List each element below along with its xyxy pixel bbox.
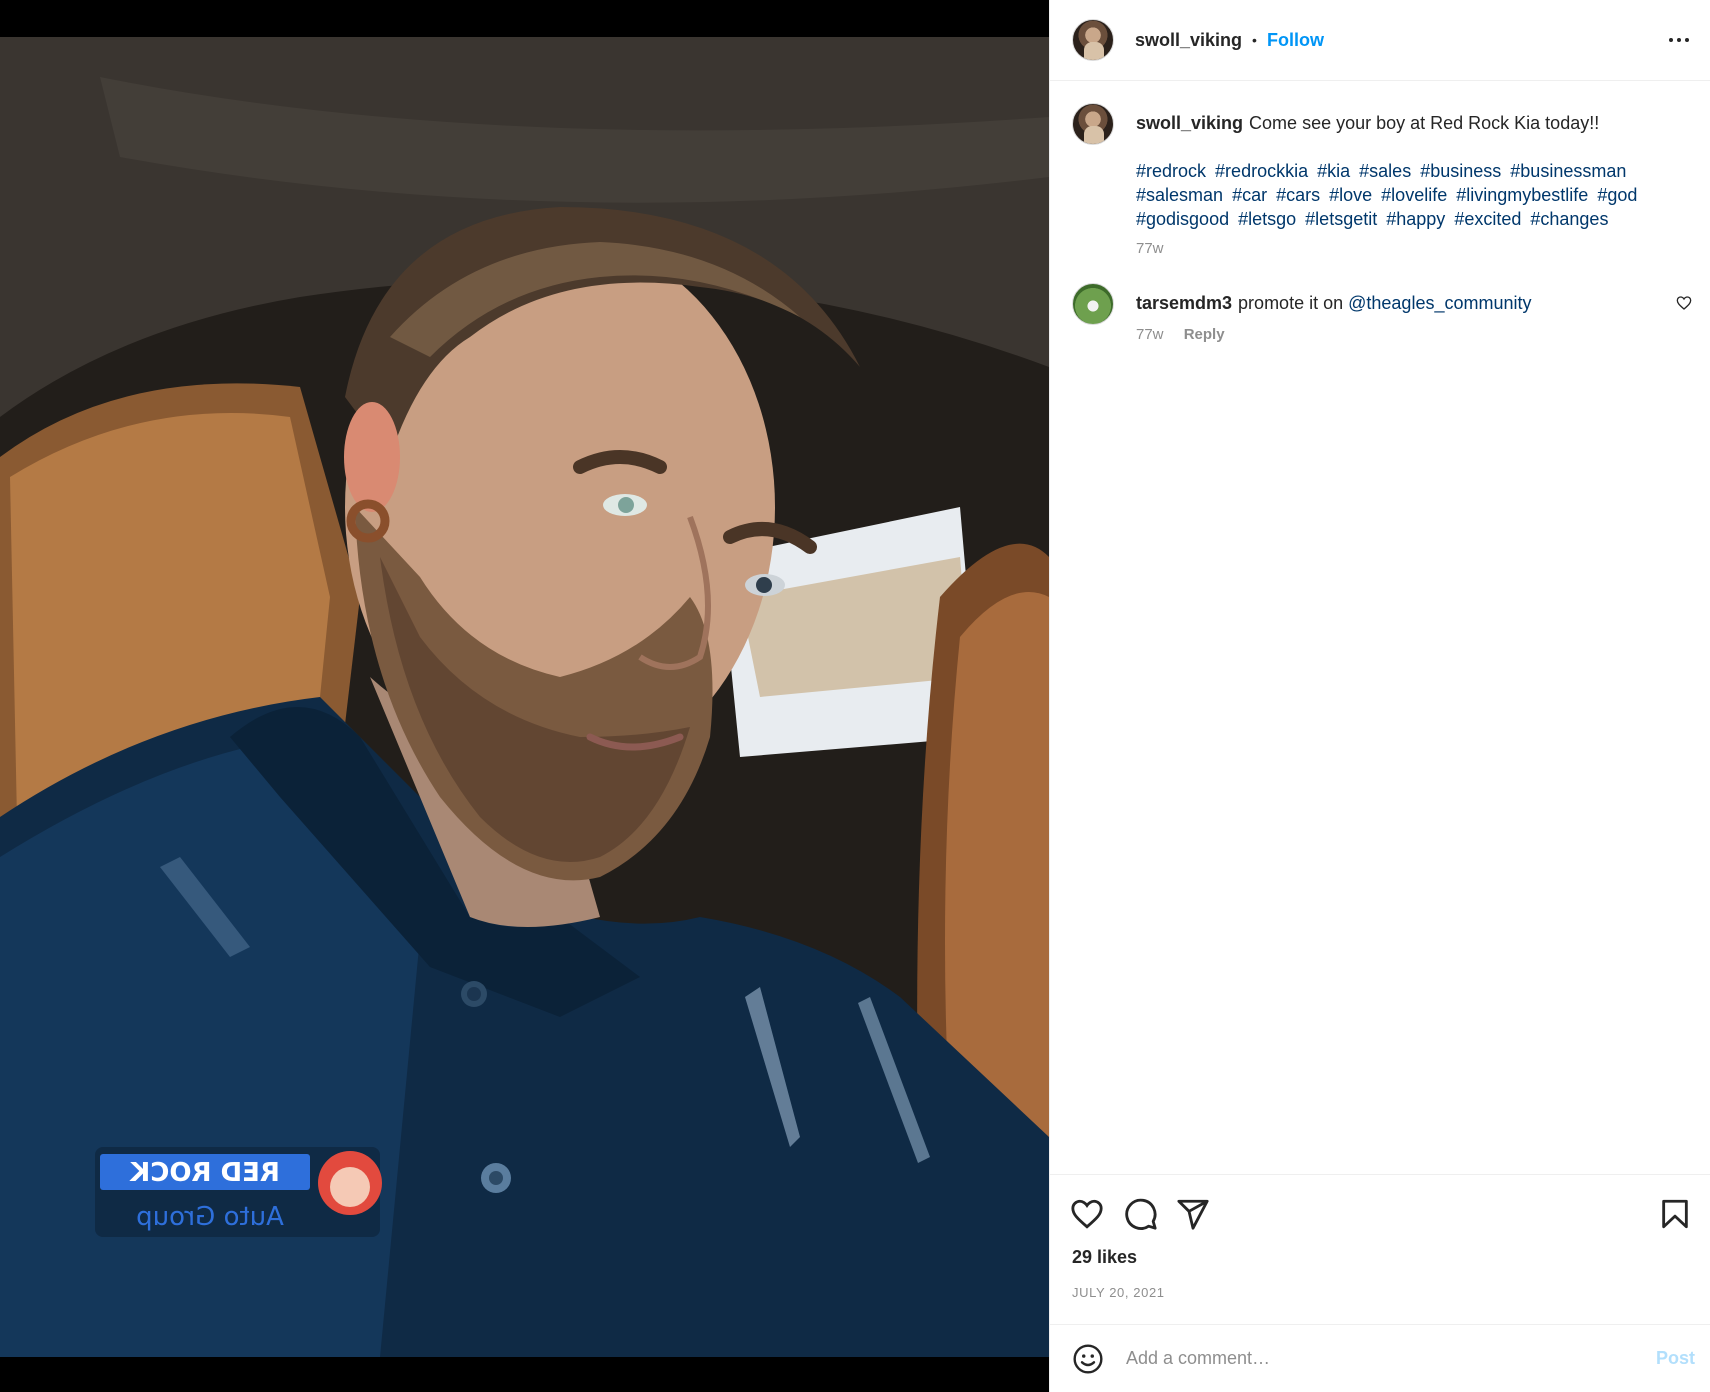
hashtag-link[interactable]: #business: [1420, 161, 1501, 181]
comment-body: tarsemdm3 promote it on @theagles_communi…: [1136, 283, 1692, 347]
shirt-logo: RED ROCK Auto Group: [95, 1147, 382, 1237]
comment-icon[interactable]: [1124, 1197, 1158, 1231]
hashtag-link[interactable]: #godisgood: [1136, 209, 1229, 229]
caption: swoll_viking Come see your boy at Red Roc…: [1072, 103, 1692, 261]
send-icon[interactable]: [1176, 1197, 1210, 1231]
smiley-icon[interactable]: [1072, 1343, 1104, 1375]
logo-text-auto-group: Auto Group: [136, 1202, 284, 1232]
photo-illustration: RED ROCK Auto Group: [0, 37, 1049, 1357]
post-photo[interactable]: RED ROCK Auto Group: [0, 37, 1049, 1357]
comment-item: tarsemdm3 promote it on @theagles_communi…: [1072, 283, 1692, 347]
caption-username[interactable]: swoll_viking: [1136, 113, 1243, 133]
caption-hashtags: #redrock #redrockkia #kia #sales #busine…: [1136, 159, 1676, 231]
caption-text: Come see your boy at Red Rock Kia today!…: [1249, 113, 1600, 133]
bookmark-icon[interactable]: [1658, 1197, 1692, 1231]
comment-mention[interactable]: @theagles_community: [1348, 293, 1531, 313]
caption-meta: 77w: [1136, 237, 1692, 261]
author-avatar[interactable]: [1072, 19, 1114, 61]
hashtag-link[interactable]: #cars: [1276, 185, 1320, 205]
hashtag-link[interactable]: #excited: [1454, 209, 1521, 229]
author-username[interactable]: swoll_viking: [1135, 30, 1242, 51]
logo-text-red-rock: RED ROCK: [129, 1158, 280, 1188]
reply-button[interactable]: Reply: [1184, 326, 1225, 343]
comment-text: promote it on: [1238, 293, 1344, 313]
likes-count[interactable]: 29 likes: [1072, 1247, 1137, 1268]
hashtag-link[interactable]: #redrock: [1136, 161, 1206, 181]
post-side-pane: swoll_viking • Follow swoll_viking Come s…: [1049, 0, 1710, 1392]
caption-avatar[interactable]: [1072, 103, 1114, 145]
post-actions: 29 likes JULY 20, 2021: [1050, 1174, 1710, 1324]
comment-username[interactable]: tarsemdm3: [1136, 293, 1232, 313]
hashtag-link[interactable]: #redrockkia: [1215, 161, 1308, 181]
add-comment-bar: Post: [1050, 1324, 1710, 1392]
hashtag-link[interactable]: #love: [1329, 185, 1372, 205]
header-separator: •: [1252, 32, 1257, 48]
hashtag-link[interactable]: #livingmybestlife: [1456, 185, 1588, 205]
commenter-avatar[interactable]: [1072, 283, 1114, 325]
hashtag-link[interactable]: #changes: [1530, 209, 1608, 229]
hashtag-link[interactable]: #letsgetit: [1305, 209, 1377, 229]
post-header: swoll_viking • Follow: [1050, 0, 1710, 81]
caption-age: 77w: [1136, 240, 1164, 257]
hashtag-link[interactable]: #happy: [1386, 209, 1445, 229]
comments-list: swoll_viking Come see your boy at Red Roc…: [1050, 82, 1710, 1172]
post-button[interactable]: Post: [1656, 1348, 1695, 1369]
hashtag-link[interactable]: #lovelife: [1381, 185, 1447, 205]
comment-input[interactable]: [1126, 1348, 1626, 1369]
hashtag-link[interactable]: #salesman: [1136, 185, 1223, 205]
more-horizontal-icon[interactable]: [1665, 26, 1693, 54]
follow-button[interactable]: Follow: [1267, 30, 1324, 51]
hashtag-link[interactable]: #car: [1232, 185, 1267, 205]
comment-meta: 77w Reply: [1136, 323, 1692, 347]
hashtag-link[interactable]: #businessman: [1510, 161, 1626, 181]
hashtag-link[interactable]: #sales: [1359, 161, 1411, 181]
caption-body: swoll_viking Come see your boy at Red Roc…: [1136, 103, 1692, 261]
hashtag-link[interactable]: #kia: [1317, 161, 1350, 181]
comment-heart-icon[interactable]: [1676, 295, 1692, 311]
post-media-pane: RED ROCK Auto Group: [0, 0, 1049, 1392]
comment-age: 77w: [1136, 326, 1164, 343]
hashtag-link[interactable]: #letsgo: [1238, 209, 1296, 229]
hashtag-link[interactable]: #god: [1597, 185, 1637, 205]
heart-icon[interactable]: [1070, 1197, 1104, 1231]
post-modal: RED ROCK Auto Group swoll_viking • Follo…: [0, 0, 1710, 1392]
post-date: JULY 20, 2021: [1072, 1285, 1165, 1300]
